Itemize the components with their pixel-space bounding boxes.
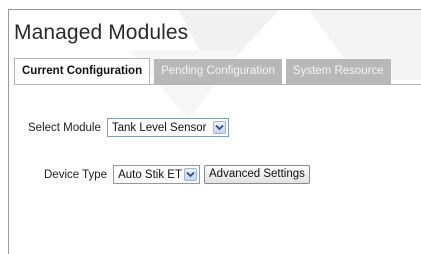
tab-current-configuration[interactable]: Current Configuration — [14, 58, 151, 84]
device-type-row: Device Type Auto Stik ET Advanced Settin… — [44, 165, 310, 184]
chevron-down-icon[interactable] — [184, 168, 197, 181]
page-title: Managed Modules — [14, 21, 189, 44]
device-type-label: Device Type — [44, 168, 108, 181]
advanced-settings-button[interactable]: Advanced Settings — [204, 165, 310, 184]
module-select-value: Tank Level Sensor — [111, 121, 207, 134]
tab-divider — [14, 84, 421, 85]
device-type-select[interactable]: Auto Stik ET — [113, 165, 200, 184]
select-module-row: Select Module Tank Level Sensor — [28, 118, 229, 137]
tab-pending-configuration[interactable]: Pending Configuration — [154, 59, 282, 84]
tab-system-resource[interactable]: System Resource — [285, 59, 391, 84]
select-module-label: Select Module — [28, 121, 101, 134]
chevron-down-icon[interactable] — [212, 121, 226, 134]
module-select[interactable]: Tank Level Sensor — [106, 118, 229, 137]
managed-modules-panel: Managed Modules Current Configuration Pe… — [8, 9, 421, 254]
device-type-value: Auto Stik ET — [118, 168, 182, 181]
tab-bar: Current Configuration Pending Configurat… — [14, 58, 421, 84]
